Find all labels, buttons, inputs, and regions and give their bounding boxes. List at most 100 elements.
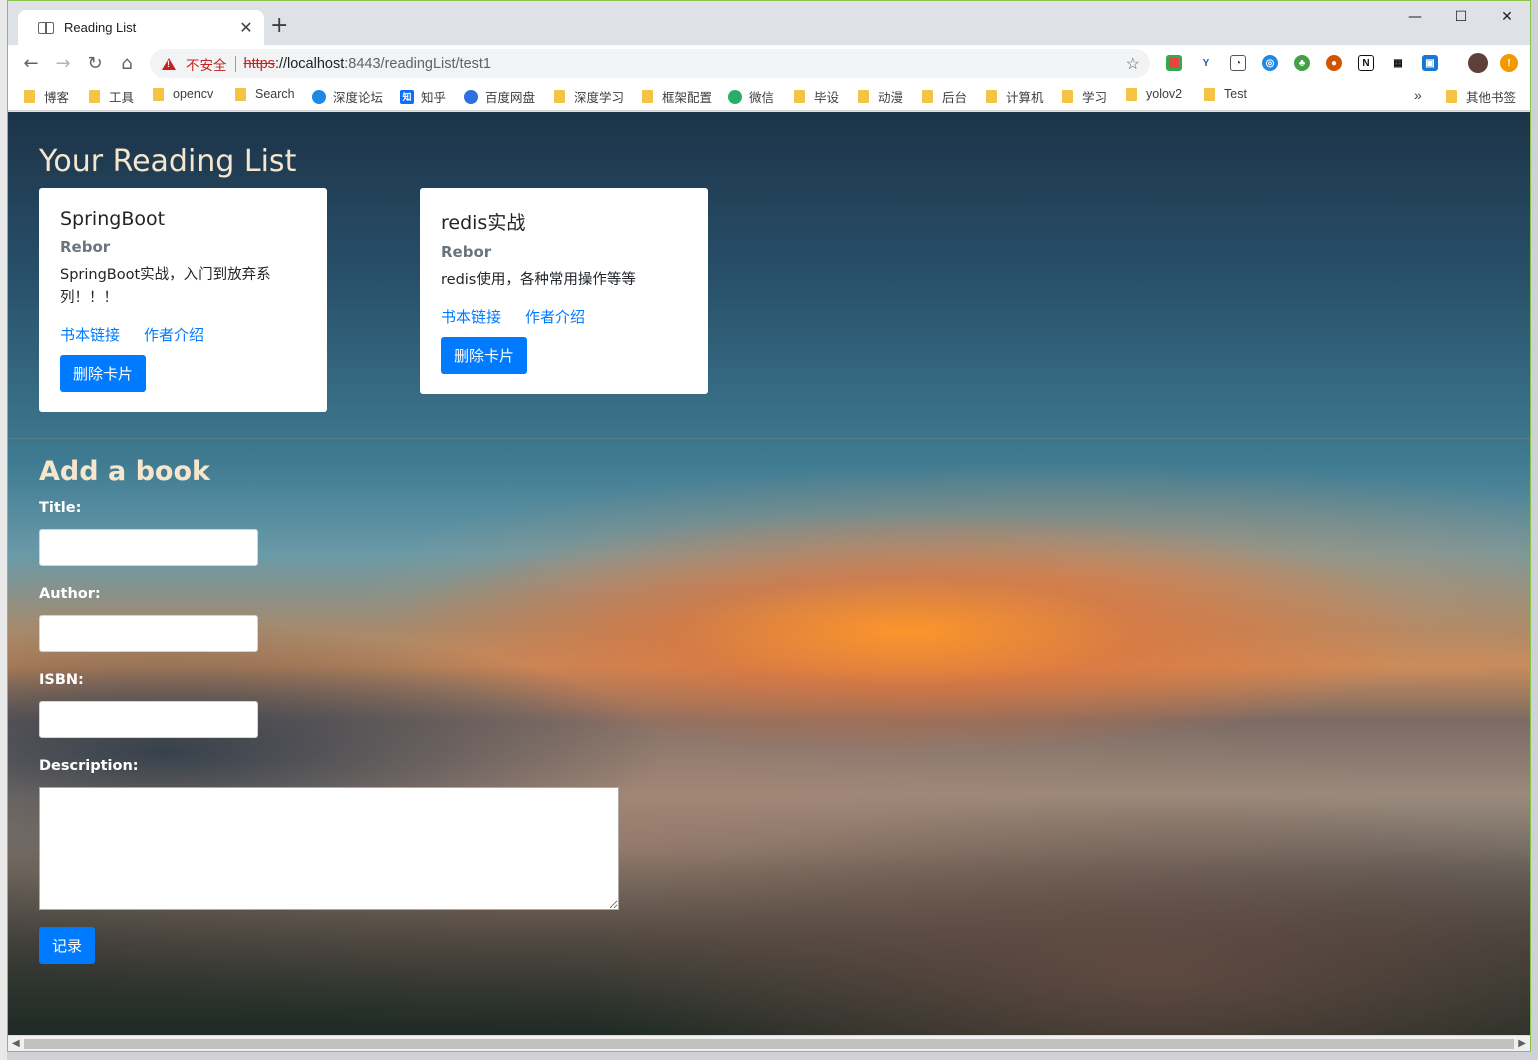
extension-chrome-icon[interactable] xyxy=(1166,55,1182,71)
bookmark-folder[interactable]: 后台 xyxy=(922,87,967,106)
bookmark-link[interactable]: 百度网盘 xyxy=(464,87,535,106)
extension-y-icon[interactable]: Y xyxy=(1198,55,1214,71)
add-book-heading: Add a book xyxy=(39,456,210,487)
bookmark-folder[interactable]: Search xyxy=(235,87,295,101)
extension-leaf-icon[interactable]: ♣ xyxy=(1294,55,1310,71)
extension-n-icon[interactable]: N xyxy=(1358,55,1374,71)
author-link[interactable]: 作者介绍 xyxy=(525,306,585,327)
scroll-right-arrow-icon[interactable]: ▶ xyxy=(1518,1038,1526,1049)
bookmark-folder[interactable]: Test xyxy=(1204,87,1247,101)
book-author: Rebor xyxy=(60,238,111,256)
other-bookmarks-folder[interactable]: 其他书签 xyxy=(1446,87,1516,106)
reload-icon[interactable]: ↻ xyxy=(82,50,108,76)
folder-icon xyxy=(24,90,35,103)
separator xyxy=(234,55,236,72)
maximize-icon[interactable]: ☐ xyxy=(1438,1,1484,33)
book-card: SpringBoot Rebor SpringBoot实战，入门到放弃系列！！！… xyxy=(39,188,327,412)
scrollbar-thumb[interactable] xyxy=(24,1039,1514,1049)
browser-window: Reading List ✕ + — ☐ ✕ ← → ↻ ⌂ 不安全 https… xyxy=(7,0,1531,1052)
bookmark-folder[interactable]: 框架配置 xyxy=(642,87,712,106)
url-scheme: https xyxy=(243,55,275,72)
profile-avatar[interactable] xyxy=(1468,53,1488,73)
extension-blue-icon[interactable]: ▣ xyxy=(1422,55,1438,71)
horizontal-scrollbar[interactable]: ◀ ▶ xyxy=(8,1035,1530,1051)
delete-card-button[interactable]: 删除卡片 xyxy=(441,337,528,374)
forward-arrow-icon[interactable]: → xyxy=(50,50,76,76)
bookmark-star-icon[interactable]: ☆ xyxy=(1126,54,1140,74)
zhihu-icon: 知 xyxy=(400,89,414,104)
navigation-toolbar: ← → ↻ ⌂ 不安全 https://localhost:8443/readi… xyxy=(8,45,1530,81)
bookmark-folder[interactable]: yolov2 xyxy=(1126,87,1182,101)
bookmark-folder[interactable]: 学习 xyxy=(1062,87,1107,106)
book-card: redis实战 Rebor redis使用，各种常用操作等等 书本链接 作者介绍… xyxy=(420,188,708,394)
bookmark-folder[interactable]: 工具 xyxy=(89,87,134,106)
background-window-edge-right xyxy=(1531,0,1538,1060)
warning-icon xyxy=(162,57,176,70)
card-links: 书本链接 作者介绍 xyxy=(60,324,306,345)
extension-qr-icon[interactable]: ▦ xyxy=(1390,55,1406,71)
home-icon[interactable]: ⌂ xyxy=(114,50,140,76)
bookmark-folder[interactable]: 毕设 xyxy=(794,87,839,106)
author-label: Author: xyxy=(39,586,101,602)
book-icon xyxy=(38,21,54,34)
isbn-input[interactable] xyxy=(39,701,258,738)
description-label: Description: xyxy=(39,758,139,774)
description-textarea[interactable] xyxy=(39,787,619,910)
update-alert-icon[interactable]: ! xyxy=(1500,54,1518,72)
tab-close-icon[interactable]: ✕ xyxy=(238,18,254,37)
folder-icon xyxy=(642,90,653,103)
isbn-label: ISBN: xyxy=(39,672,84,688)
folder-icon xyxy=(89,90,100,103)
security-status[interactable]: 不安全 xyxy=(186,54,227,74)
back-arrow-icon[interactable]: ← xyxy=(18,50,44,76)
book-description: redis使用，各种常用操作等等 xyxy=(441,272,636,288)
scroll-left-arrow-icon[interactable]: ◀ xyxy=(12,1038,20,1049)
folder-icon xyxy=(858,90,869,103)
close-window-icon[interactable]: ✕ xyxy=(1484,1,1530,33)
book-title: SpringBoot xyxy=(60,208,166,230)
page-title: Your Reading List xyxy=(39,144,297,179)
minimize-icon[interactable]: — xyxy=(1392,1,1438,33)
bookmark-link[interactable]: 深度论坛 xyxy=(312,87,383,106)
tab-title: Reading List xyxy=(64,20,137,35)
new-tab-plus-icon[interactable]: + xyxy=(270,15,288,37)
folder-icon xyxy=(986,90,997,103)
folder-icon xyxy=(1204,87,1215,101)
bookmark-link[interactable]: 知知乎 xyxy=(400,87,446,106)
extension-monkey-icon[interactable]: ● xyxy=(1326,55,1342,71)
folder-icon xyxy=(554,90,565,103)
title-label: Title: xyxy=(39,500,82,516)
book-link[interactable]: 书本链接 xyxy=(60,324,120,345)
bookmark-link[interactable]: 微信 xyxy=(728,87,774,106)
folder-icon xyxy=(153,87,164,101)
book-link[interactable]: 书本链接 xyxy=(441,306,501,327)
bookmark-folder[interactable]: 动漫 xyxy=(858,87,903,106)
bookmarks-overflow-chevron-icon[interactable]: » xyxy=(1414,87,1422,103)
tab-strip: Reading List ✕ + — ☐ ✕ xyxy=(8,1,1530,45)
book-title: redis实战 xyxy=(441,212,526,234)
address-bar[interactable]: 不安全 https://localhost:8443/readingList/t… xyxy=(150,49,1150,78)
bookmark-folder[interactable]: opencv xyxy=(153,87,213,101)
deepin-icon xyxy=(312,89,326,104)
delete-card-button[interactable]: 删除卡片 xyxy=(60,355,147,392)
folder-icon xyxy=(1062,90,1073,103)
tab-reading-list[interactable]: Reading List ✕ xyxy=(18,10,264,45)
background-window-edge xyxy=(0,0,7,1060)
bookmark-folder[interactable]: 博客 xyxy=(24,87,69,106)
extension-cat-icon[interactable]: ◔ xyxy=(1230,55,1246,71)
bookmark-folder[interactable]: 深度学习 xyxy=(554,87,624,106)
folder-icon xyxy=(794,90,805,103)
title-input[interactable] xyxy=(39,529,258,566)
section-divider xyxy=(8,438,1530,439)
author-link[interactable]: 作者介绍 xyxy=(144,324,204,345)
submit-button[interactable]: 记录 xyxy=(39,927,96,964)
bookmark-folder[interactable]: 计算机 xyxy=(986,87,1044,106)
folder-icon xyxy=(1126,87,1137,101)
author-input[interactable] xyxy=(39,615,258,652)
bookmarks-bar: 博客 工具 opencv Search 深度论坛 知知乎 百度网盘 深度学习 框… xyxy=(8,81,1530,111)
folder-icon xyxy=(235,87,246,101)
extension-compass-icon[interactable]: ◎ xyxy=(1262,55,1278,71)
card-links: 书本链接 作者介绍 xyxy=(441,306,687,327)
folder-icon xyxy=(1446,90,1457,103)
url-host: ://localhost xyxy=(274,55,345,72)
